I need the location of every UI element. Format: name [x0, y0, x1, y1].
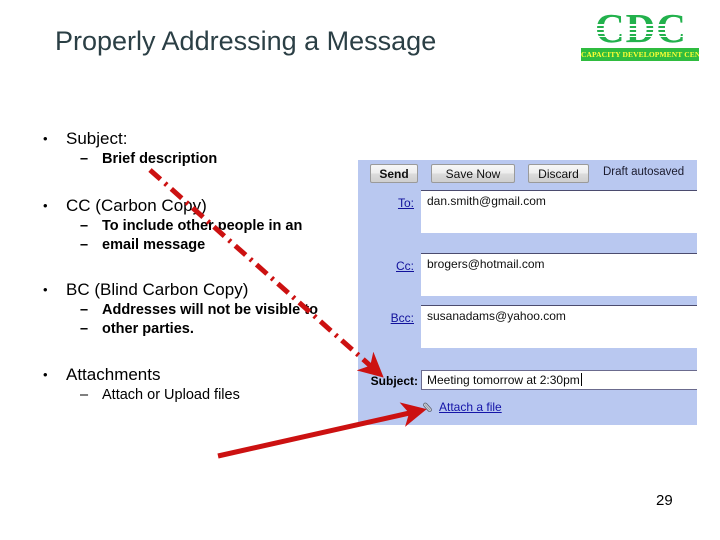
bullet-attachments-label: Attachments: [66, 365, 161, 384]
to-input[interactable]: dan.smith@gmail.com: [421, 190, 697, 233]
sub-bullet-attach-upload: Attach or Upload files: [36, 386, 366, 405]
sub-bullet-cc-line1: To include other people in an: [36, 217, 366, 236]
bullet-attachments: Attachments: [36, 364, 366, 386]
sub-bullet-brief-description: Brief description: [36, 150, 366, 169]
logo-wordmark: CDC: [595, 5, 687, 51]
bullet-bcc-label: BC (Blind Carbon Copy): [66, 280, 249, 299]
to-value: dan.smith@gmail.com: [427, 194, 546, 208]
text-caret: [580, 373, 582, 386]
bullet-cc-label: CC (Carbon Copy): [66, 196, 207, 215]
bullet-bcc: BC (Blind Carbon Copy): [36, 279, 366, 301]
send-button[interactable]: Send: [370, 164, 418, 183]
subject-value: Meeting tomorrow at 2:30pm: [427, 373, 580, 387]
cc-label[interactable]: Cc:: [358, 259, 414, 273]
subject-field-row: Subject: Meeting tomorrow at 2:30pm: [358, 370, 697, 394]
sub-bullet-cc-line2-text: email message: [102, 237, 206, 253]
bullet-cc: CC (Carbon Copy): [36, 195, 366, 217]
sub-bullet-bcc-line2-text: other parties.: [102, 321, 194, 337]
bcc-input[interactable]: susanadams@yahoo.com: [421, 305, 697, 348]
draft-status-text: Draft autosaved: [603, 166, 685, 178]
page-title: Properly Addressing a Message: [55, 26, 437, 56]
cc-input[interactable]: brogers@hotmail.com: [421, 253, 697, 296]
subject-input[interactable]: Meeting tomorrow at 2:30pm: [421, 370, 697, 390]
paperclip-icon: [423, 402, 432, 412]
page-number: 29: [656, 492, 673, 509]
to-label[interactable]: To:: [358, 196, 414, 210]
slide-canvas: Properly Addressing a Message CDC CAPACI…: [0, 0, 720, 540]
logo-banner-text: CAPACITY DEVELOPMENT CENTER: [581, 48, 699, 61]
cdc-logo: CDC CAPACITY DEVELOPMENT CENTER: [581, 5, 699, 61]
sub-bullet-bcc-line2: other parties.: [36, 320, 366, 339]
cc-value: brogers@hotmail.com: [427, 257, 545, 271]
save-now-button[interactable]: Save Now: [431, 164, 515, 183]
discard-button[interactable]: Discard: [528, 164, 589, 183]
cc-field-row: Cc: brogers@hotmail.com: [358, 253, 697, 303]
subject-value-wrap: Meeting tomorrow at 2:30pm: [427, 373, 582, 387]
bcc-label[interactable]: Bcc:: [358, 311, 414, 325]
bullet-list: Subject: Brief description CC (Carbon Co…: [36, 128, 366, 405]
subject-label: Subject:: [370, 374, 418, 388]
compose-toolbar: Send Save Now Discard Draft autosaved: [358, 160, 697, 188]
sub-bullet-cc-line2: email message: [36, 236, 366, 255]
email-compose-screenshot: Send Save Now Discard Draft autosaved To…: [358, 160, 697, 425]
sub-bullet-bcc-line1: Addresses will not be visible to: [36, 301, 366, 320]
bullet-subject: Subject:: [36, 128, 366, 150]
to-field-row: To: dan.smith@gmail.com: [358, 190, 697, 240]
bcc-value: susanadams@yahoo.com: [427, 309, 566, 323]
bullet-subject-label: Subject:: [66, 129, 128, 148]
bcc-field-row: Bcc: susanadams@yahoo.com: [358, 305, 697, 355]
attach-a-file-link[interactable]: Attach a file: [439, 400, 502, 414]
